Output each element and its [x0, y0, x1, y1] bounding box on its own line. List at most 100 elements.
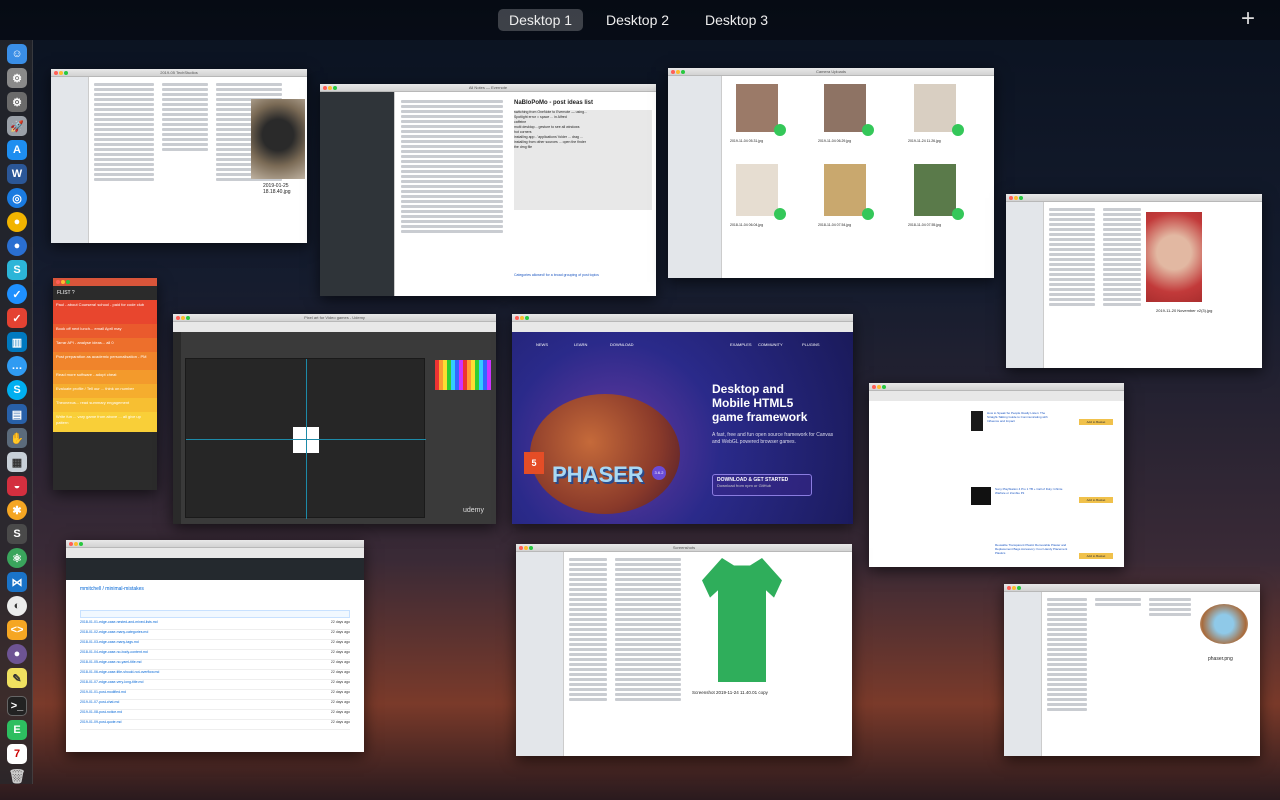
list-item[interactable]: Post preparation as academic personalisa…	[53, 352, 157, 370]
file-age: 22 days ago	[330, 640, 350, 644]
app-store-icon[interactable]: A	[7, 140, 27, 160]
window-todo-list[interactable]: FLIST ? Paul - about Coursera! school - …	[53, 278, 157, 490]
list-item[interactable]: Write fun ... vary game from above ... a…	[53, 412, 157, 432]
repo-title[interactable]: mmitchell / minimal-mistakes	[80, 586, 144, 592]
file-link[interactable]: 2019-01-08-post-notice.md	[80, 710, 122, 719]
desktop-3-tab[interactable]: Desktop 3	[694, 9, 779, 31]
nav-link[interactable]: NEWS	[536, 342, 548, 347]
table-row[interactable]: 2018-01-06-edge-case-title-should-not-ov…	[80, 670, 350, 680]
list-item[interactable]: Book off next lunch... email April may	[53, 324, 157, 338]
window-title: Screenshots	[672, 545, 696, 550]
swatches-panel[interactable]	[435, 360, 491, 390]
hero-heading: game framework	[712, 410, 808, 424]
file-link[interactable]: 2019-01-01-post-modified.md	[80, 690, 126, 699]
aperture-icon[interactable]: ✱	[7, 500, 27, 520]
table-row[interactable]: 2018-01-03-edge-case-many-tags.md 22 days…	[80, 640, 350, 650]
launchpad-icon[interactable]: 🚀	[7, 116, 27, 136]
table-row[interactable]: 2019-01-08-post-notice.md 22 days ago	[80, 710, 350, 720]
file-link[interactable]: 2019-01-07-post-chat.md	[80, 700, 119, 709]
file-link[interactable]: 2018-01-03-edge-case-many-tags.md	[80, 640, 139, 649]
product-image	[971, 487, 991, 505]
list-item[interactable]: Paul - about Coursera! school - paid for…	[53, 300, 157, 324]
list-item[interactable]: Tarrar API - analyse ideas... all 0	[53, 338, 157, 352]
table-row[interactable]: 2018-01-04-edge-case-no-body-content.md 2…	[80, 650, 350, 660]
evernote-icon[interactable]: E	[7, 720, 27, 740]
mac-app-icon[interactable]: ◐	[7, 596, 27, 616]
file-link[interactable]: 2018-01-05-edge-case-no-yaml-title.md	[80, 660, 141, 669]
github-icon[interactable]: ●	[7, 644, 27, 664]
desktop-2-tab[interactable]: Desktop 2	[595, 9, 680, 31]
table-row[interactable]: 2019-01-07-post-chat.md 22 days ago	[80, 700, 350, 710]
trello-icon[interactable]: ▥	[7, 332, 27, 352]
nav-link[interactable]: PLUGINS	[802, 342, 820, 347]
table-row[interactable]: 2018-01-02-edge-case-many-categories.md 2…	[80, 630, 350, 640]
window-amazon[interactable]: How to Speak So People Really Listen: Th…	[869, 383, 1124, 567]
add-to-basket-button[interactable]: Add to Basket	[1079, 497, 1113, 503]
window-finder-camera[interactable]: Camera Uploads 2019-11-04 05.31.jpg 2019…	[668, 68, 994, 278]
list-item[interactable]: Evaluate profile / Tell our ... think on…	[53, 384, 157, 398]
list-item[interactable]: Theonexus... read summary engagement	[53, 398, 157, 412]
sublime-icon[interactable]: S	[7, 524, 27, 544]
text-app-icon[interactable]: ✎	[7, 668, 27, 688]
trash-icon[interactable]: 🗑	[7, 766, 27, 786]
messages-icon[interactable]: …	[7, 356, 27, 376]
window-evernote[interactable]: All Notes — Evernote NaBloPoMo - post id…	[320, 84, 656, 296]
add-desktop-button[interactable]: +	[1238, 6, 1258, 32]
window-title: Camera Uploads	[815, 69, 846, 74]
file-link[interactable]: 2018-01-02-edge-case-many-categories.md	[80, 630, 148, 639]
visual-studio-icon[interactable]: ⋈	[7, 572, 27, 592]
desktop-1-tab[interactable]: Desktop 1	[498, 9, 584, 31]
canvas-area[interactable]	[185, 358, 426, 519]
file-link[interactable]: 2018-01-04-edge-case-no-body-content.md	[80, 650, 148, 659]
table-row[interactable]: 2018-01-01-edge-case-nested-and-mixed-li…	[80, 620, 350, 630]
todo-icon[interactable]: ✓	[7, 284, 27, 304]
calendar-icon[interactable]: 7	[7, 744, 27, 764]
titlebar: 2019-05 TechStudios	[51, 69, 307, 77]
app-icon[interactable]: ▦	[7, 452, 27, 472]
settings-icon[interactable]: ⚙	[7, 92, 27, 112]
product-title[interactable]: How to Speak So People Really Listen: Th…	[987, 411, 1057, 423]
window-github[interactable]: mmitchell / minimal-mistakes 2018-01-01-…	[66, 540, 364, 752]
safari-icon[interactable]: ◎	[7, 188, 27, 208]
table-row[interactable]: 2019-01-01-post-modified.md 22 days ago	[80, 690, 350, 700]
window-finder-phaser[interactable]: phaser.png	[1004, 584, 1260, 756]
product-title[interactable]: Reusable Transparent Plastic Removable P…	[995, 543, 1075, 555]
file-link[interactable]: 2019-01-09-post-quote.md	[80, 720, 121, 729]
file-link[interactable]: 2018-01-06-edge-case-title-should-not-ov…	[80, 670, 159, 679]
file-link[interactable]: 2018-01-01-edge-case-nested-and-mixed-li…	[80, 620, 158, 629]
pocket-icon[interactable]: ◒	[7, 476, 27, 496]
table-row[interactable]: 2018-01-05-edge-case-no-yaml-title.md 22 …	[80, 660, 350, 670]
aptana-icon[interactable]: ▤	[7, 404, 27, 424]
chrome-icon[interactable]: ●	[7, 212, 27, 232]
nav-link[interactable]: DOWNLOAD	[610, 342, 634, 347]
scrivener-icon[interactable]: S	[7, 260, 27, 280]
product-title[interactable]: Sony PlayStation 4 Pro 1 TB + Call of Du…	[995, 487, 1065, 495]
window-phaser[interactable]: NEWS LEARN DOWNLOAD EXAMPLES COMMUNITY P…	[512, 314, 853, 524]
code-icon[interactable]: <>	[7, 620, 27, 640]
window-photoshop-udemy[interactable]: Pixel art for Video games - Udemy udemy	[173, 314, 496, 524]
todoist-icon[interactable]: ✓	[7, 308, 27, 328]
add-to-basket-button[interactable]: Add to Basket	[1079, 419, 1113, 425]
browser-icon[interactable]: ●	[7, 236, 27, 256]
nav-link[interactable]: EXAMPLES	[730, 342, 752, 347]
synced-check-icon	[862, 208, 874, 220]
terminal-icon[interactable]: >_	[7, 696, 27, 716]
nav-link[interactable]: COMMUNITY	[758, 342, 783, 347]
table-row[interactable]: 2018-01-07-edge-case-very-long-title.md 2…	[80, 680, 350, 690]
file-link[interactable]: 2018-01-07-edge-case-very-long-title.md	[80, 680, 143, 689]
window-finder-photos[interactable]: 2019-05 TechStudios 2019-01-25 18.18.40.…	[51, 69, 307, 243]
hand-tool-icon[interactable]: ✋	[7, 428, 27, 448]
window-finder-screenshots[interactable]: Screenshots Screenshot 2019-11-24 11.40.…	[516, 544, 852, 756]
skype-icon[interactable]: S	[7, 380, 27, 400]
download-button[interactable]: DOWNLOAD & GET STARTED Download from npm…	[712, 474, 812, 496]
list-item[interactable]: Read more software - adopt cheat	[53, 370, 157, 384]
nav-link[interactable]: LEARN	[574, 342, 587, 347]
window-finder-selfie[interactable]: 2019-11-20 November v2(3).jpg	[1006, 194, 1262, 368]
add-to-basket-button[interactable]: Add to Basket	[1079, 553, 1113, 559]
table-row[interactable]: 2019-01-09-post-quote.md 22 days ago	[80, 720, 350, 730]
atom-icon[interactable]: ⚛	[7, 548, 27, 568]
book-cover-image	[971, 411, 983, 431]
word-icon[interactable]: W	[7, 164, 27, 184]
finder-icon[interactable]: ☺	[7, 44, 27, 64]
system-preferences-icon[interactable]: ⚙	[7, 68, 27, 88]
